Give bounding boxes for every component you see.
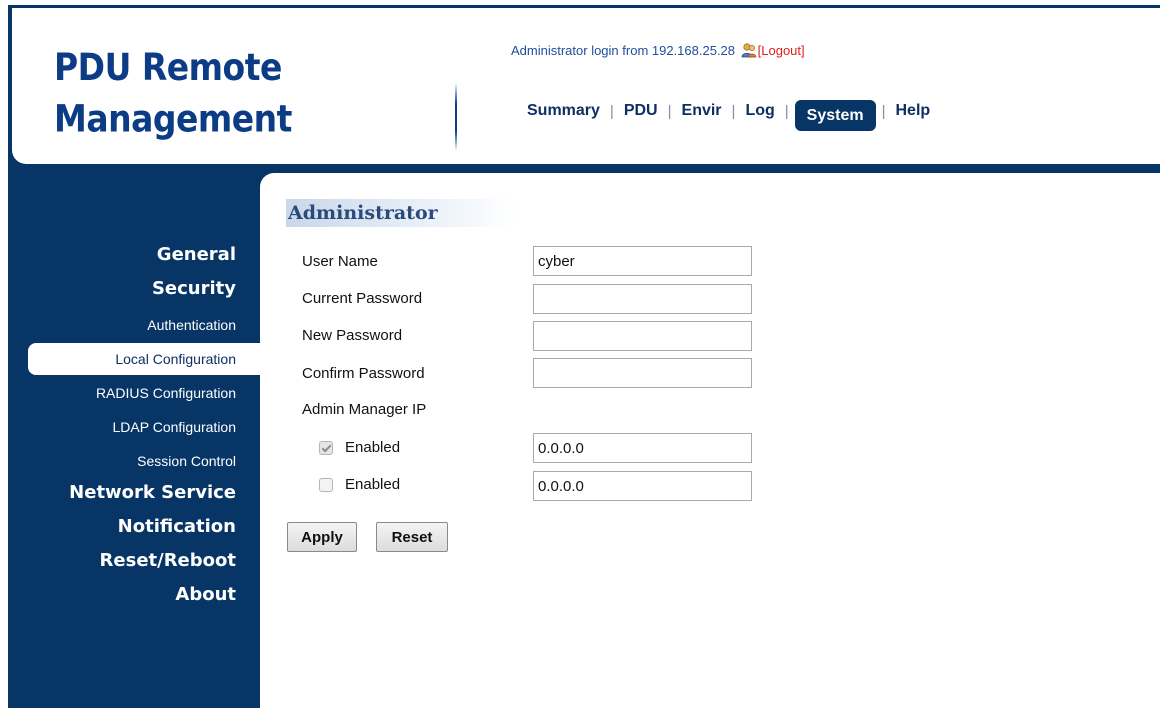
admin-manager-ip-label: Admin Manager IP [302, 401, 427, 418]
sidebar: General Security Authentication Local Co… [8, 240, 260, 614]
nav-help[interactable]: Help [886, 102, 941, 120]
sidebar-item-reset-reboot[interactable]: Reset/Reboot [8, 546, 260, 580]
current-password-input[interactable] [533, 284, 752, 314]
logo-line-1: PDU Remote [54, 45, 282, 90]
sidebar-item-authentication[interactable]: Authentication [8, 308, 260, 342]
login-text: Administrator login from 192.168.25.28 [511, 43, 736, 58]
user-name-label: User Name [302, 253, 378, 270]
logo-line-2: Management [54, 96, 292, 141]
header-divider [455, 83, 457, 151]
sidebar-item-radius-configuration[interactable]: RADIUS Configuration [8, 376, 260, 410]
sidebar-item-about[interactable]: About [8, 580, 260, 614]
ip-2-input[interactable] [533, 471, 752, 501]
nav-pdu[interactable]: PDU [614, 102, 668, 120]
reset-button[interactable]: Reset [376, 522, 448, 552]
sidebar-item-notification[interactable]: Notification [8, 512, 260, 546]
sidebar-item-general[interactable]: General [8, 240, 260, 274]
confirm-password-label: Confirm Password [302, 365, 425, 382]
ip-1-input[interactable] [533, 433, 752, 463]
nav-system[interactable]: System [794, 99, 876, 131]
nav-summary[interactable]: Summary [517, 102, 610, 120]
nav-envir[interactable]: Envir [672, 102, 732, 120]
ip-1-enabled-label: Enabled [345, 439, 401, 456]
ip-2-enabled-label: Enabled [345, 476, 401, 493]
user-icon [741, 42, 757, 58]
section-title: Administrator [286, 199, 516, 227]
app-logo: PDU Remote Management [54, 42, 292, 145]
header: PDU Remote Management Administrator logi… [12, 8, 1160, 164]
top-navigation: Summary | PDU | Envir | Log | System | H… [517, 94, 941, 131]
main-content: Administrator User Name Current Password… [260, 173, 1160, 708]
confirm-password-input[interactable] [533, 358, 752, 388]
apply-button[interactable]: Apply [287, 522, 357, 552]
login-info: Administrator login from 192.168.25.28 [… [511, 42, 805, 58]
logout-link[interactable]: [Logout] [758, 43, 805, 58]
nav-separator: | [784, 102, 789, 120]
sidebar-item-network-service[interactable]: Network Service [8, 478, 260, 512]
sidebar-item-ldap-configuration[interactable]: LDAP Configuration [8, 410, 260, 444]
nav-log[interactable]: Log [735, 102, 784, 120]
user-name-input[interactable] [533, 246, 752, 276]
sidebar-item-session-control[interactable]: Session Control [8, 444, 260, 478]
new-password-input[interactable] [533, 321, 752, 351]
new-password-label: New Password [302, 327, 403, 344]
ip-1-enabled-checkbox[interactable] [319, 441, 333, 455]
sidebar-item-local-configuration[interactable]: Local Configuration [28, 343, 260, 375]
ip-2-enabled-checkbox[interactable] [319, 478, 333, 492]
current-password-label: Current Password [302, 290, 423, 307]
sidebar-item-security[interactable]: Security [8, 274, 260, 308]
